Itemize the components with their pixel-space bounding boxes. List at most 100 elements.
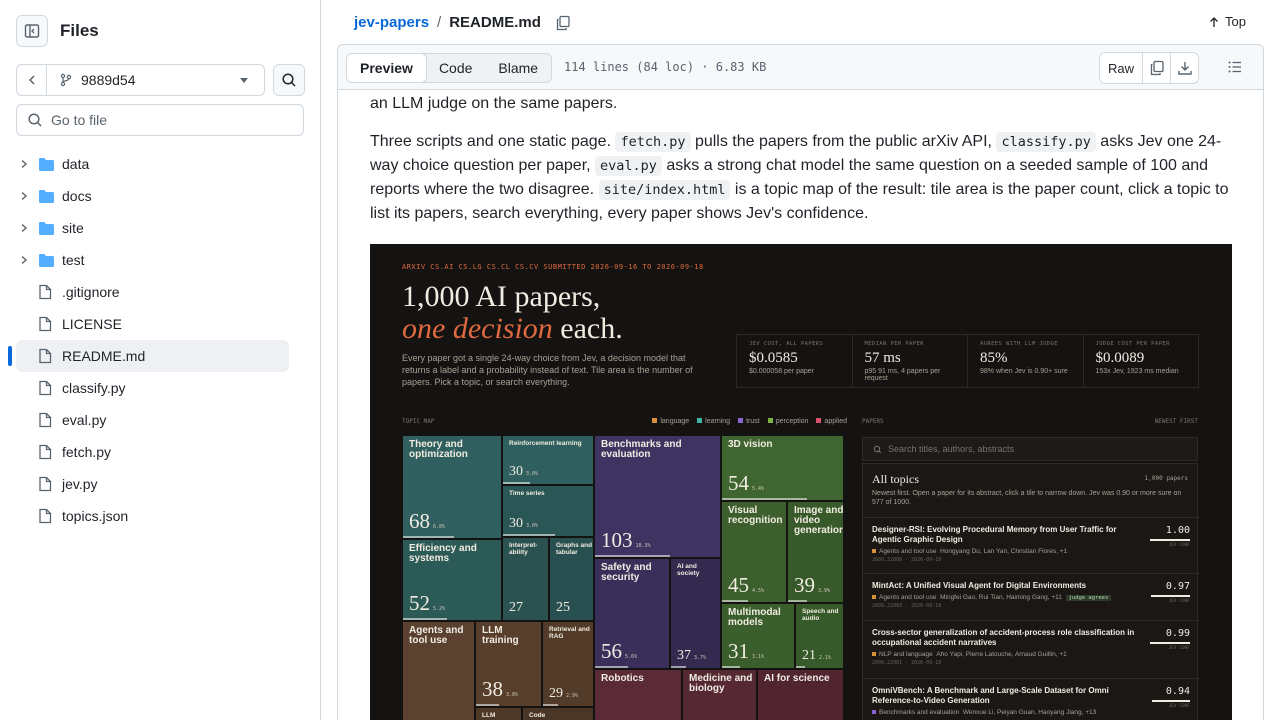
chevron-left-icon xyxy=(28,75,35,85)
download-icon xyxy=(1177,62,1192,75)
topic-tile[interactable]: Multimodal models 31 3.1% xyxy=(721,603,795,669)
topic-tile[interactable]: Safety and security 56 5.6% xyxy=(594,558,670,669)
stats-strip: JEV COST, ALL PAPERS $0.0585 $0.000058 per… xyxy=(736,334,1199,388)
back-button[interactable] xyxy=(17,65,47,95)
branch-name[interactable]: 9889d54 xyxy=(47,72,240,88)
count-percent: 3.0% xyxy=(526,523,539,529)
chevron-right-icon[interactable] xyxy=(16,223,32,233)
topic-tile[interactable]: 3D vision 54 5.4% xyxy=(721,435,844,501)
topic-tile-count: 21 2.1% xyxy=(802,648,831,664)
topic-tile[interactable]: Speech and audio 21 2.1% xyxy=(795,603,844,669)
topic-tile[interactable]: Theory and optimization 68 6.8% xyxy=(402,435,502,539)
score-label: JEV CONF xyxy=(1168,599,1190,604)
topic-tile[interactable]: Visual recognition 45 4.5% xyxy=(721,501,787,603)
all-topics-count: 1,000 papers xyxy=(1144,475,1188,482)
inline-code: fetch.py xyxy=(615,132,691,152)
tab-preview[interactable]: Preview xyxy=(346,53,427,83)
topic-tile[interactable]: Benchmarks and evaluation 103 10.3% xyxy=(594,435,721,558)
paper-authors: Mingfei Gao, Rui Tian, Haiming Gang, +11 xyxy=(940,594,1062,601)
top-label: Top xyxy=(1225,14,1246,29)
confidence-bar xyxy=(722,600,748,602)
tree-file-fetch-py[interactable]: fetch.py xyxy=(16,436,289,468)
breadcrumb-repo-link[interactable]: jev-papers xyxy=(354,14,429,31)
tree-file-classify-py[interactable]: classify.py xyxy=(16,372,289,404)
paper-id-date: 2609.22081 · 2026-09-18 xyxy=(872,660,942,666)
raw-button[interactable]: Raw xyxy=(1100,53,1142,83)
readme-paragraph: Three scripts and one static page. fetch… xyxy=(370,130,1230,226)
topic-tile-title: Safety and security xyxy=(601,562,652,583)
copy-raw-button[interactable] xyxy=(1142,53,1170,83)
file-toolbar: Preview Code Blame 114 lines (84 loc) · … xyxy=(337,44,1264,90)
count-value: 37 xyxy=(677,648,691,663)
topic-tile[interactable]: Medicine and biology xyxy=(682,669,757,720)
topic-tile[interactable]: Efficiency and systems 52 5.2% xyxy=(402,539,502,621)
folder-icon xyxy=(38,157,62,172)
back-to-top-button[interactable]: Top xyxy=(1208,14,1246,29)
branch-selector[interactable]: 9889d54 xyxy=(16,64,265,96)
go-to-file-input[interactable]: Go to file xyxy=(16,104,304,136)
tree-file-readme-md[interactable]: README.md xyxy=(8,340,289,372)
chevron-right-icon[interactable] xyxy=(16,255,32,265)
tab-blame[interactable]: Blame xyxy=(485,54,551,82)
paper-search-input[interactable]: Search titles, authors, abstracts xyxy=(862,437,1198,461)
view-mode-tabs: Preview Code Blame xyxy=(346,53,553,83)
topic-tile[interactable]: Interpret-ability 27 xyxy=(502,537,549,621)
search-files-button[interactable] xyxy=(273,64,305,96)
sidebar-header: Files xyxy=(16,15,99,47)
chevron-right-icon[interactable] xyxy=(16,159,32,169)
topic-tile[interactable]: Agents and tool use xyxy=(402,621,475,720)
breadcrumb-separator: / xyxy=(437,14,442,31)
sidebar-title: Files xyxy=(60,21,99,40)
file-icon xyxy=(38,284,62,300)
tab-code[interactable]: Code xyxy=(426,54,485,82)
topic-tile[interactable]: AI and society 37 3.7% xyxy=(670,558,721,669)
topic-tile-title: Robotics xyxy=(601,673,644,684)
paper-authors: Aho Yapi, Pierre Latouche, Arnaud Guilli… xyxy=(936,651,1067,658)
sidebar-collapse-icon xyxy=(24,24,40,38)
tree-file-gitignore[interactable]: .gitignore xyxy=(16,276,289,308)
tree-folder-test[interactable]: test xyxy=(16,244,289,276)
chevron-right-icon[interactable] xyxy=(16,191,32,201)
stat-card: JEV COST, ALL PAPERS $0.0585 $0.000058 per… xyxy=(737,335,852,387)
paper-row[interactable]: OmniVBench: A Benchmark and Large-Scale … xyxy=(863,678,1199,720)
text: pulls the papers from the public arXiv A… xyxy=(690,133,997,150)
topic-tile-count: 30 3.0% xyxy=(509,464,538,480)
topic-tile[interactable]: Image and video generation 39 3.9% xyxy=(787,501,844,603)
topic-tile[interactable]: LLM training 38 3.8% xyxy=(475,621,542,707)
outline-button[interactable] xyxy=(1227,59,1243,80)
count-percent: 4.5% xyxy=(752,588,765,594)
tree-item-label: eval.py xyxy=(62,412,107,428)
count-value: 27 xyxy=(509,600,523,615)
download-button[interactable] xyxy=(1170,53,1198,83)
tree-file-topics-json[interactable]: topics.json xyxy=(16,500,289,532)
tree-folder-site[interactable]: site xyxy=(16,212,289,244)
tree-file-eval-py[interactable]: eval.py xyxy=(16,404,289,436)
topic-tile[interactable]: AI for science xyxy=(757,669,844,720)
copy-icon xyxy=(1150,60,1164,76)
site-hero-line2: one decision each. xyxy=(402,312,623,346)
stat-value: 57 ms xyxy=(864,350,901,366)
topic-tile[interactable]: Graphs and tabular 25 xyxy=(549,537,594,621)
paper-row[interactable]: MintAct: A Unified Visual Agent for Digi… xyxy=(863,573,1199,616)
topic-map-header: TOPIC MAP language learning trust perceptio… xyxy=(402,418,847,425)
collapse-sidebar-button[interactable] xyxy=(16,15,48,47)
topic-tile[interactable]: Code xyxy=(522,707,594,720)
confidence-score: 1.00 JEV CONF xyxy=(1150,525,1190,548)
copy-path-button[interactable] xyxy=(555,15,571,31)
paper-row[interactable]: Designer-RSI: Evolving Procedural Memory… xyxy=(863,517,1199,570)
tree-file-jev-py[interactable]: jev.py xyxy=(16,468,289,500)
topic-tile[interactable]: Reinforcement learning 30 3.0% xyxy=(502,435,594,485)
topic-tile[interactable]: Robotics xyxy=(594,669,682,720)
tree-folder-docs[interactable]: docs xyxy=(16,180,289,212)
topic-tile-title: Retrieval and RAG xyxy=(549,626,590,640)
topic-tile-title: Speech and audio xyxy=(802,608,839,622)
topic-tile[interactable]: Retrieval and RAG 29 2.9% xyxy=(542,621,594,707)
file-icon xyxy=(38,316,62,332)
paper-row[interactable]: Cross-sector generalization of accident-… xyxy=(863,620,1199,673)
tree-folder-data[interactable]: data xyxy=(16,148,289,180)
topic-tile[interactable]: Time series 30 3.0% xyxy=(502,485,594,537)
score-value: 0.94 xyxy=(1165,686,1190,697)
tree-file-license[interactable]: LICENSE xyxy=(16,308,289,340)
topic-tile[interactable]: LLM xyxy=(475,707,522,720)
confidence-bar xyxy=(788,600,808,602)
